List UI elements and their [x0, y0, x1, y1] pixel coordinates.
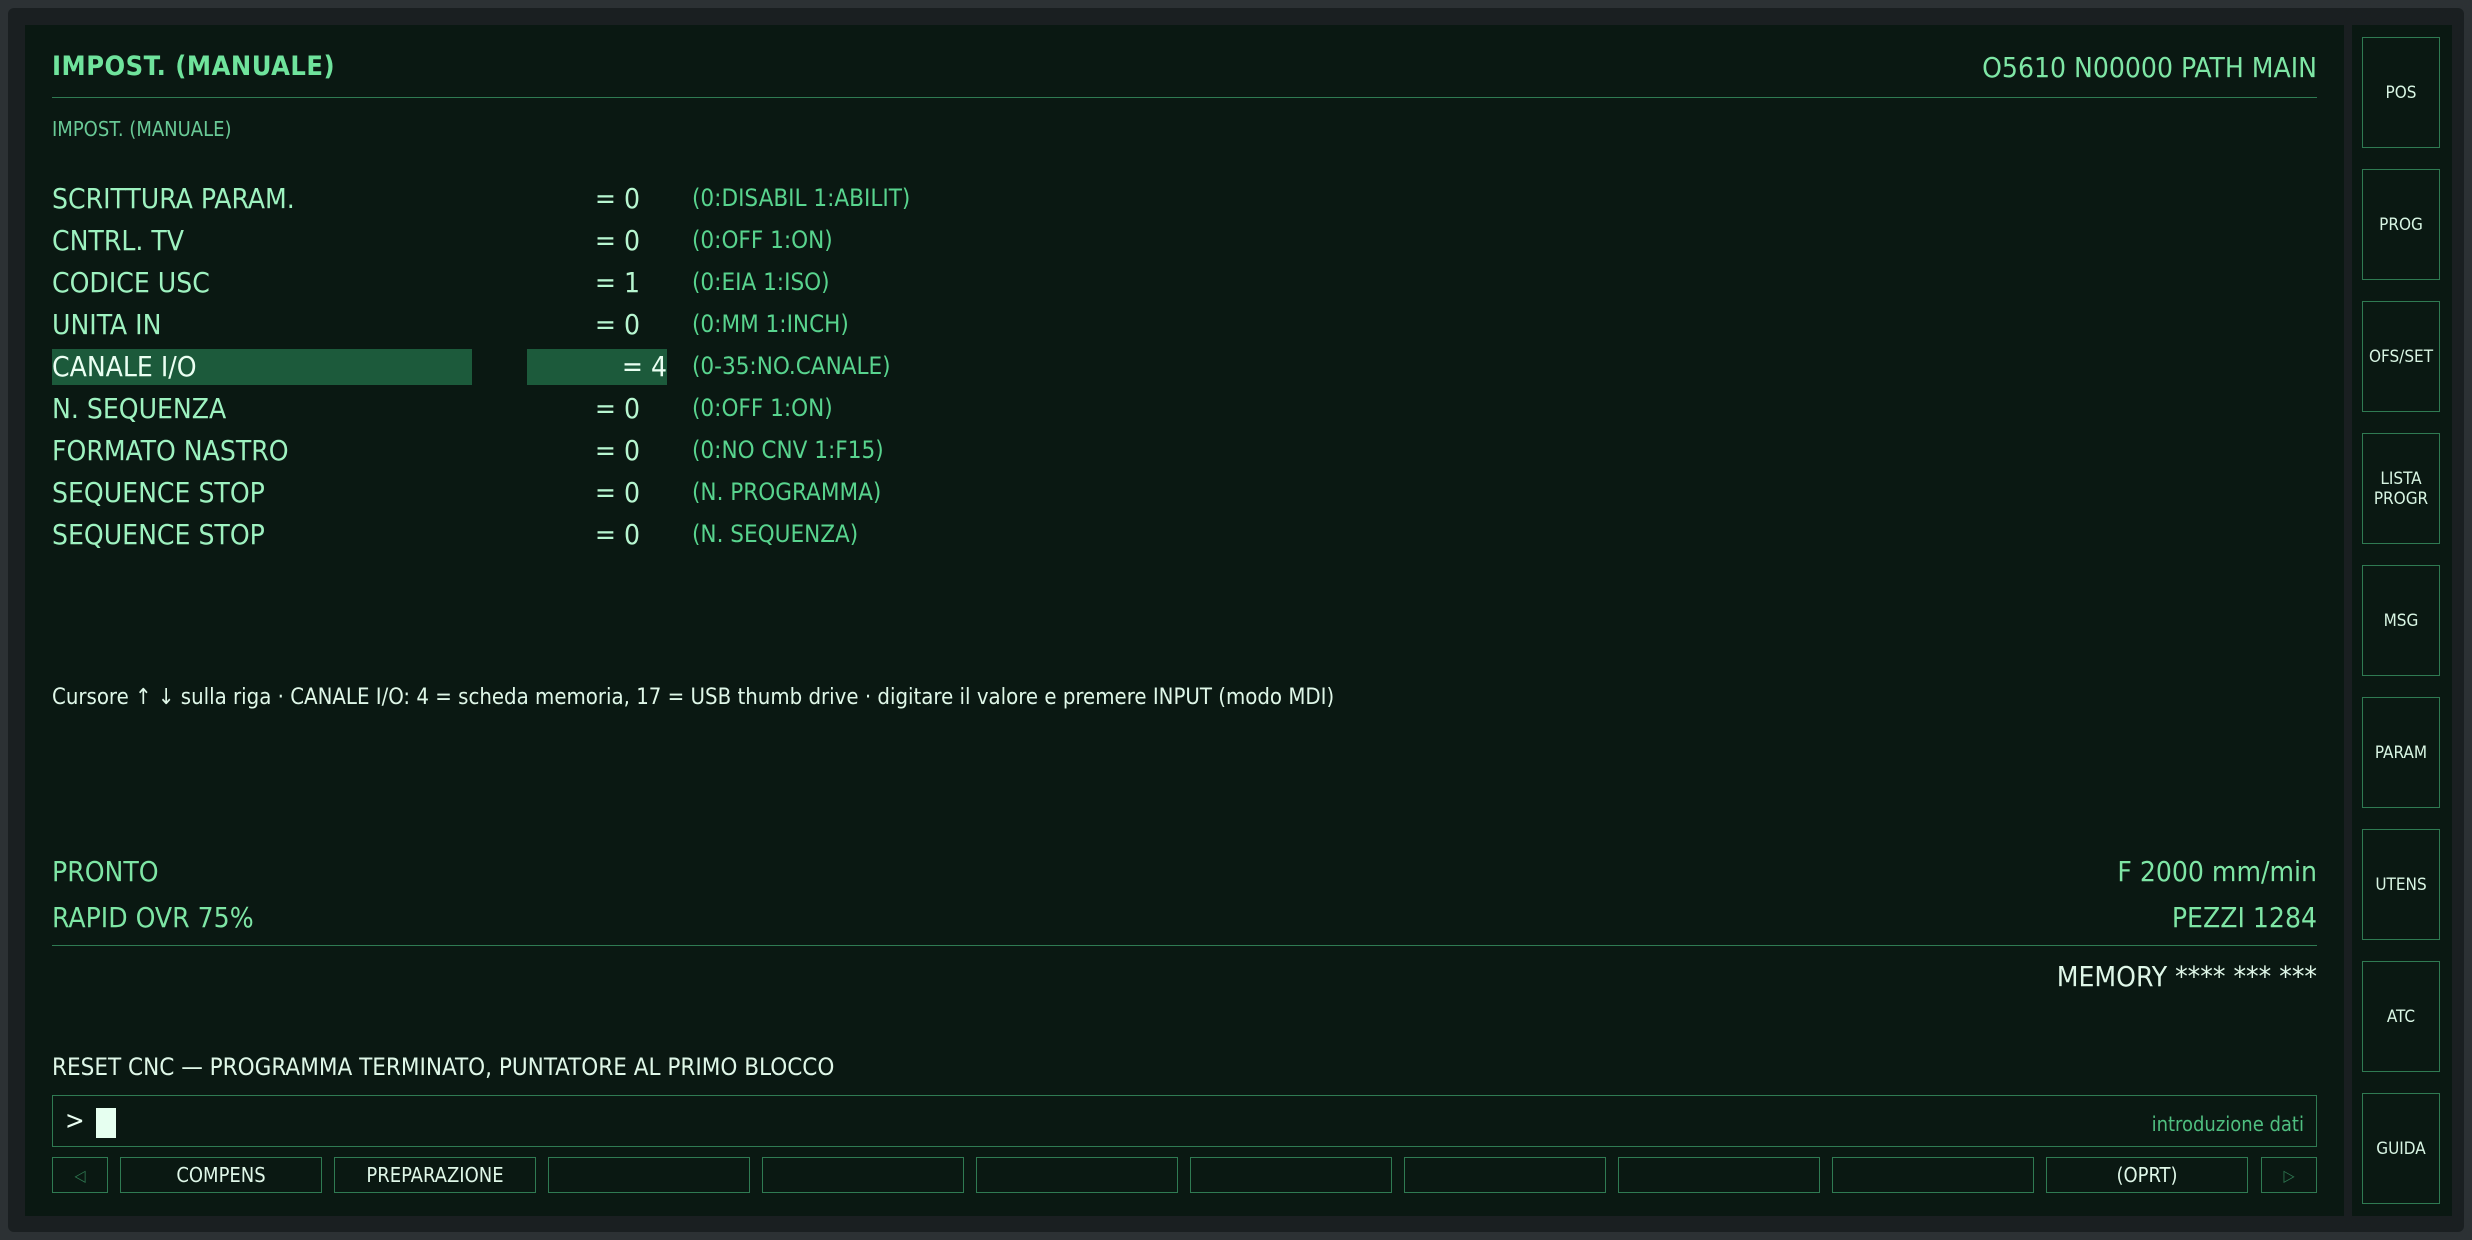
param-hint: (0:NO CNV 1:F15) [692, 436, 884, 464]
param-name: CANALE I/O [52, 349, 472, 385]
param-name: UNITA IN [52, 308, 162, 341]
input-hint: introduzione dati [2151, 1112, 2304, 1136]
function-key-msg[interactable]: MSG [2362, 565, 2440, 676]
cnc-screen: IMPOST. (MANUALE) O5610 N00000 PATH MAIN… [25, 25, 2344, 1216]
triangle-right-icon: ▷ [2283, 1165, 2295, 1185]
softkey-blank[interactable] [762, 1157, 964, 1193]
function-key-utens[interactable]: UTENS [2362, 829, 2440, 940]
param-row[interactable]: CODICE USC = 1 (0:EIA 1:ISO) [52, 265, 1252, 301]
data-input-field[interactable]: > introduzione dati [52, 1095, 2317, 1147]
param-value: = 4 [527, 349, 667, 385]
param-hint: (0:EIA 1:ISO) [692, 268, 830, 296]
machine-state: PRONTO [52, 855, 159, 888]
param-value: = 0 [594, 434, 640, 467]
param-value: = 0 [594, 476, 640, 509]
param-row[interactable]: SEQUENCE STOP = 0 (N. SEQUENZA) [52, 517, 1252, 553]
function-key-prog[interactable]: PROG [2362, 169, 2440, 280]
softkey-bar: ◁ COMPENS PREPARAZIONE (OPRT) ▷ [52, 1157, 2317, 1193]
function-key-panel: POS PROG OFS/SET LISTA PROGR MSG PARAM U… [2352, 25, 2452, 1216]
function-key-atc[interactable]: ATC [2362, 961, 2440, 1072]
param-row[interactable]: N. SEQUENZA = 0 (0:OFF 1:ON) [52, 391, 1252, 427]
param-name: CODICE USC [52, 266, 210, 299]
softkey-next-button[interactable]: ▷ [2261, 1157, 2317, 1193]
param-value: = 0 [594, 182, 640, 215]
param-row[interactable]: SEQUENCE STOP = 0 (N. PROGRAMMA) [52, 475, 1252, 511]
param-value: = 0 [594, 392, 640, 425]
page-title: IMPOST. (MANUALE) [52, 51, 336, 82]
softkey-oprt[interactable]: (OPRT) [2046, 1157, 2248, 1193]
text-cursor [96, 1108, 116, 1138]
param-name: FORMATO NASTRO [52, 434, 289, 467]
param-row[interactable]: CNTRL. TV = 0 (0:OFF 1:ON) [52, 223, 1252, 259]
param-value: = 0 [594, 518, 640, 551]
softkey-blank[interactable] [1190, 1157, 1392, 1193]
param-value: = 0 [594, 308, 640, 341]
param-hint: (0:MM 1:INCH) [692, 310, 849, 338]
function-key-guida[interactable]: GUIDA [2362, 1093, 2440, 1204]
softkey-blank[interactable] [548, 1157, 750, 1193]
param-hint: (0:OFF 1:ON) [692, 226, 833, 254]
status-divider [52, 945, 2317, 946]
param-hint: (0:DISABIL 1:ABILIT) [692, 184, 911, 212]
param-name: N. SEQUENZA [52, 392, 227, 425]
param-name: SEQUENCE STOP [52, 518, 265, 551]
function-key-pos[interactable]: POS [2362, 37, 2440, 148]
feed-rate: F 2000 mm/min [2117, 855, 2317, 888]
param-name: SCRITTURA PARAM. [52, 182, 295, 215]
header-divider [52, 97, 2317, 98]
softkey-blank[interactable] [1618, 1157, 1820, 1193]
softkey-blank[interactable] [1832, 1157, 2034, 1193]
softkey-compens[interactable]: COMPENS [120, 1157, 322, 1193]
memory-indicator: MEMORY **** *** *** [2056, 960, 2317, 993]
function-key-ofs-set[interactable]: OFS/SET [2362, 301, 2440, 412]
softkey-prev-button[interactable]: ◁ [52, 1157, 108, 1193]
rapid-override: RAPID OVR 75% [52, 901, 254, 934]
param-name: CNTRL. TV [52, 224, 184, 257]
param-hint: (0:OFF 1:ON) [692, 394, 833, 422]
param-hint: (N. SEQUENZA) [692, 520, 859, 548]
param-value: = 1 [594, 266, 640, 299]
softkey-blank[interactable] [1404, 1157, 1606, 1193]
triangle-left-icon: ◁ [74, 1165, 86, 1185]
param-row[interactable]: UNITA IN = 0 (0:MM 1:INCH) [52, 307, 1252, 343]
param-row-selected[interactable]: CANALE I/O = 4 (0-35:NO.CANALE) [52, 349, 1252, 385]
parts-counter: PEZZI 1284 [2171, 901, 2317, 934]
program-path-indicator: O5610 N00000 PATH MAIN [1982, 51, 2317, 84]
param-name: SEQUENCE STOP [52, 476, 265, 509]
param-row[interactable]: FORMATO NASTRO = 0 (0:NO CNV 1:F15) [52, 433, 1252, 469]
param-value: = 0 [594, 224, 640, 257]
param-hint: (N. PROGRAMMA) [692, 478, 882, 506]
function-key-param[interactable]: PARAM [2362, 697, 2440, 808]
param-row[interactable]: SCRITTURA PARAM. = 0 (0:DISABIL 1:ABILIT… [52, 181, 1252, 217]
function-key-lista-progr[interactable]: LISTA PROGR [2362, 433, 2440, 544]
softkey-blank[interactable] [976, 1157, 1178, 1193]
input-prompt: > [65, 1106, 85, 1136]
help-text: Cursore ↑ ↓ sulla riga · CANALE I/O: 4 =… [52, 685, 1335, 710]
param-hint: (0-35:NO.CANALE) [692, 352, 891, 380]
alarm-message: RESET CNC — PROGRAMMA TERMINATO, PUNTATO… [52, 1053, 835, 1081]
softkey-preparazione[interactable]: PREPARAZIONE [334, 1157, 536, 1193]
page-subtitle: IMPOST. (MANUALE) [52, 117, 232, 141]
